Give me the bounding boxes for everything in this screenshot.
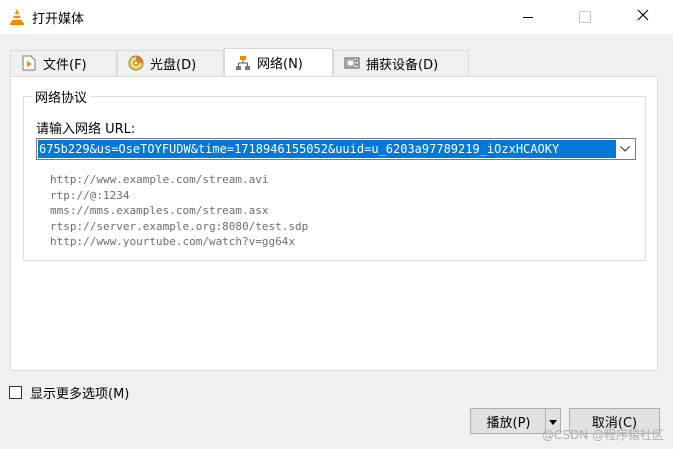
show-more-options[interactable]: 显示更多选项(M) (9, 383, 129, 402)
vlc-cone-icon (8, 8, 26, 26)
url-input[interactable]: 675b229&us=OseTOYFUDW&time=1718946155052… (38, 140, 616, 158)
capture-device-icon (344, 55, 360, 71)
tab-disc-label: 光盘(D) (150, 57, 197, 73)
maximize-button[interactable] (562, 0, 608, 34)
network-protocol-group: 网络协议 请输入网络 URL: 675b229&us=OseTOYFUDW&ti… (23, 87, 646, 261)
tab-capture-device[interactable]: 捕获设备(D) (333, 50, 469, 75)
window-title: 打开媒体 (32, 12, 85, 27)
tab-network-label: 网络(N) (257, 57, 303, 72)
example-url: rtp://@:1234 (50, 188, 130, 202)
file-icon (21, 55, 37, 71)
url-label: 请输入网络 URL: (36, 122, 136, 137)
watermark: @CSDN @程序猿社区 (542, 428, 665, 442)
example-url: rtsp://server.example.org:8080/test.sdp (50, 219, 309, 233)
network-icon (235, 55, 251, 71)
example-url: http://www.example.com/stream.avi (50, 173, 269, 186)
group-title: 网络协议 (32, 87, 91, 106)
maximize-icon (579, 11, 591, 23)
disc-icon (128, 55, 144, 71)
minimize-icon (523, 16, 533, 18)
tab-file-label: 文件(F) (43, 57, 87, 73)
more-options-label: 显示更多选项(M) (30, 387, 130, 402)
play-button[interactable]: 播放(P) (470, 408, 546, 434)
example-url: mms://mms.examples.com/stream.asx (50, 204, 269, 217)
network-tab-panel: 网络协议 请输入网络 URL: 675b229&us=OseTOYFUDW&ti… (10, 76, 658, 371)
tab-disc[interactable]: 光盘(D) (117, 50, 224, 75)
tab-network[interactable]: 网络(N) (224, 48, 333, 76)
minimize-button[interactable] (505, 0, 551, 34)
chevron-down-icon[interactable] (617, 141, 633, 157)
example-url: http://www.yourtube.com/watch?v=gg64x (50, 235, 296, 248)
url-combobox[interactable]: 675b229&us=OseTOYFUDW&time=1718946155052… (36, 138, 636, 160)
url-examples: http://www.example.com/stream.avi rtp://… (50, 172, 308, 250)
open-media-dialog: 打开媒体 文件(F) 光盘(D) 网络(N) 捕获设备(D) 网络协议 请输入网… (0, 0, 673, 449)
play-button-label: 播放(P) (486, 415, 531, 431)
tab-file[interactable]: 文件(F) (10, 50, 117, 75)
more-options-checkbox[interactable] (9, 386, 22, 399)
close-icon (637, 9, 649, 25)
tab-capture-device-label: 捕获设备(D) (366, 57, 439, 73)
title-bar: 打开媒体 (0, 0, 673, 34)
close-button[interactable] (620, 0, 666, 34)
